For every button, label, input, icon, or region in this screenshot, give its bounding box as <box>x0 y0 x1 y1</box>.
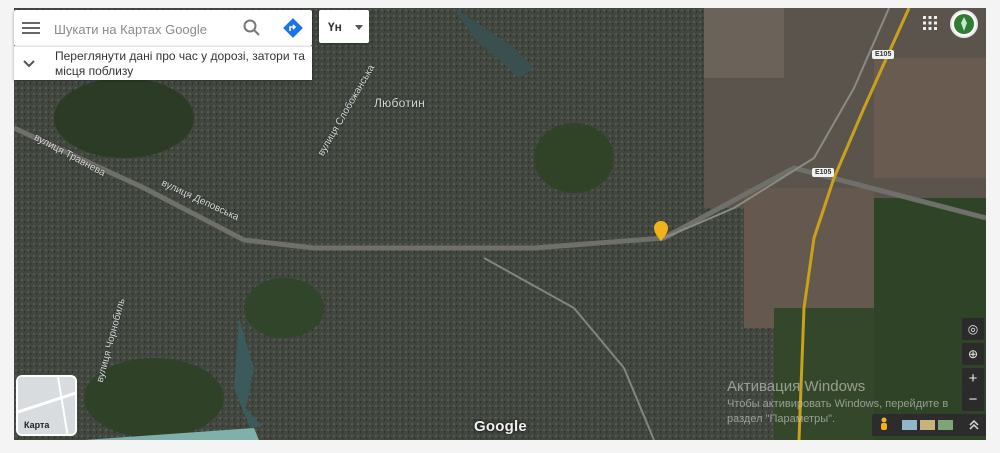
search-box[interactable] <box>14 10 312 46</box>
directions-icon[interactable] <box>282 17 304 39</box>
account-avatar[interactable] <box>950 10 978 38</box>
apps-grid-icon[interactable] <box>922 15 938 31</box>
highway-shield: E105 <box>812 168 835 177</box>
minimap-label: Карта <box>24 420 50 430</box>
windows-activation-title: Активация Windows <box>727 378 866 395</box>
highway-shield: E105 <box>872 50 895 59</box>
google-logo: Google <box>474 418 527 435</box>
chevron-up-icon[interactable] <box>968 419 980 431</box>
language-label: Үн <box>328 20 342 34</box>
layer-thumbnail[interactable] <box>920 420 935 430</box>
search-icon[interactable] <box>242 18 262 38</box>
search-input[interactable] <box>52 16 232 42</box>
menu-icon[interactable] <box>22 19 40 37</box>
zoom-in-button[interactable]: + <box>962 368 984 390</box>
globe-icon[interactable]: ◎ <box>962 318 984 340</box>
my-location-icon[interactable]: ⊕ <box>962 343 984 365</box>
caret-down-icon <box>355 25 363 30</box>
leaf-avatar-icon <box>954 14 974 34</box>
map-bottom-bar <box>872 414 986 436</box>
language-selector[interactable]: Үн <box>319 10 369 43</box>
minimap-toggle[interactable]: Карта <box>16 375 77 436</box>
pegman-icon[interactable] <box>878 417 890 433</box>
chevron-down-icon[interactable] <box>22 57 36 71</box>
layer-thumbnail[interactable] <box>938 420 953 430</box>
town-label: Люботин <box>374 96 426 110</box>
traffic-suggestion[interactable]: Переглянути дані про час у дорозі, затор… <box>14 46 312 80</box>
suggestion-text: Переглянути дані про час у дорозі, затор… <box>55 49 305 78</box>
layer-thumbnail[interactable] <box>902 420 917 430</box>
